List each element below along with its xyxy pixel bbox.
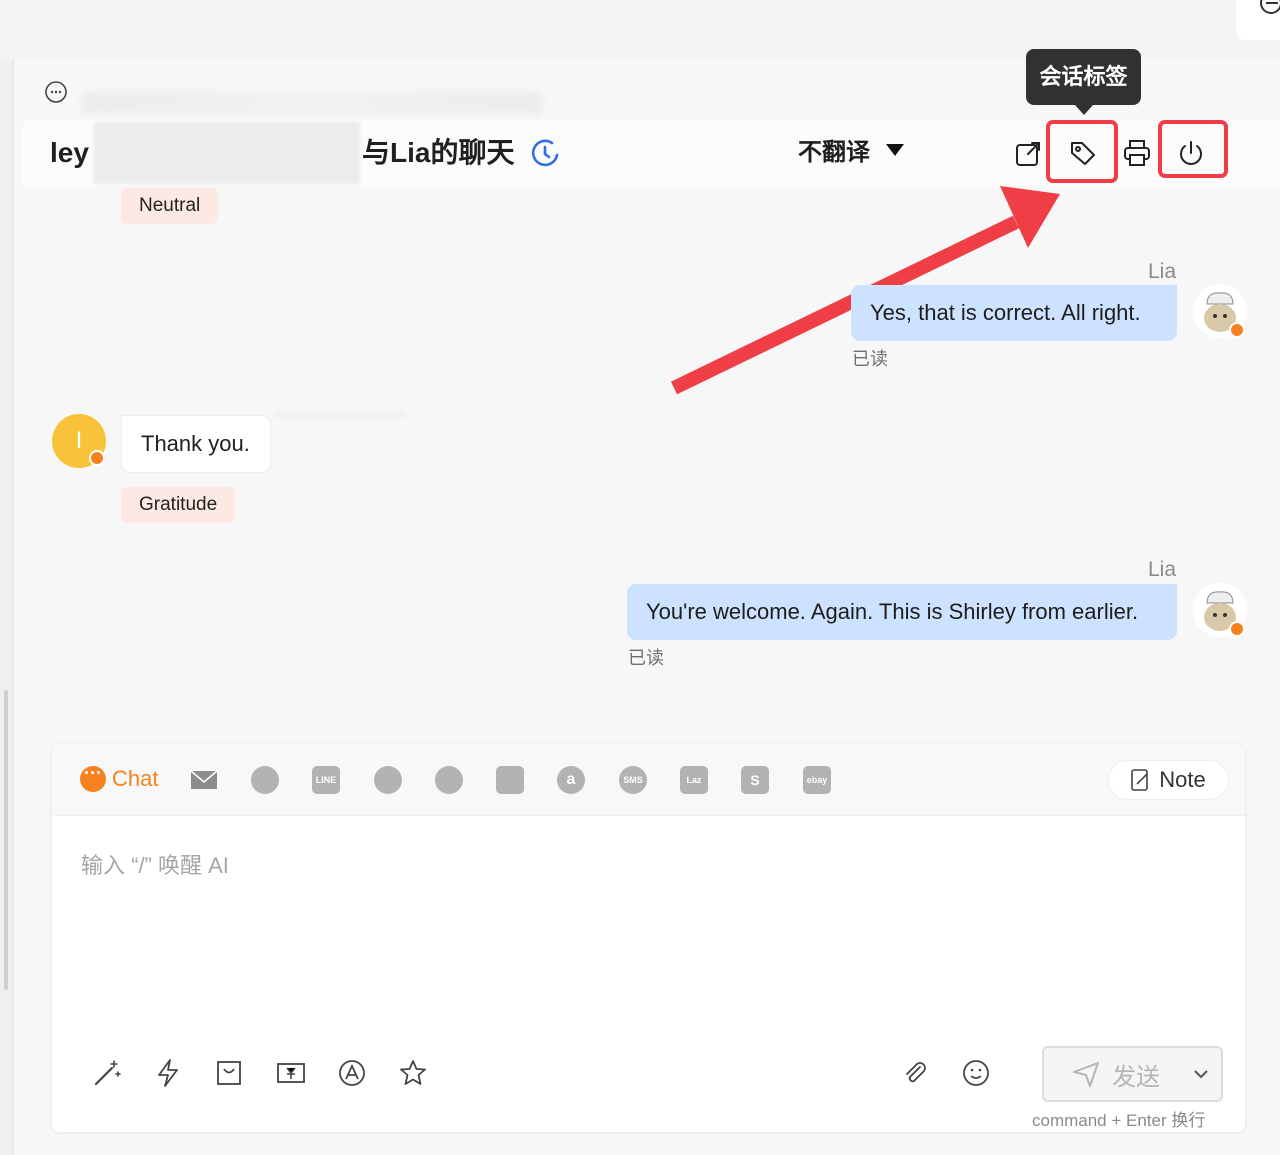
emoji-icon[interactable] — [961, 1058, 991, 1088]
minimize-icon[interactable] — [1260, 0, 1280, 14]
sidebar-scrollbar[interactable] — [4, 690, 8, 990]
chat-title: 与Lia的聊天 — [362, 137, 515, 168]
sms-glyph: SMS — [623, 775, 643, 785]
send-button[interactable]: 发送 — [1044, 1057, 1182, 1092]
messenger-icon[interactable] — [435, 766, 463, 794]
redacted-name — [94, 122, 360, 184]
attachment-icon[interactable] — [900, 1058, 930, 1088]
channel-tab-label: Chat — [112, 766, 159, 791]
outgoing-message: You're welcome. Again. This is Shirley f… — [627, 584, 1177, 640]
sender-name: Lia — [1148, 260, 1177, 283]
history-icon[interactable] — [530, 138, 560, 168]
sms-icon[interactable]: SMS — [619, 766, 647, 794]
shopping-bag-icon[interactable] — [214, 1058, 244, 1088]
tag-tooltip: 会话标签 — [1026, 49, 1141, 115]
sentiment-tag: Neutral — [121, 188, 219, 224]
message-input[interactable] — [81, 850, 1201, 882]
outgoing-message: Yes, that is correct. All right. — [851, 285, 1177, 341]
share-icon[interactable] — [1014, 138, 1044, 168]
power-button-highlight — [1158, 120, 1228, 178]
amazon-glyph: a — [566, 771, 576, 788]
caret-down-icon[interactable] — [886, 144, 904, 156]
read-status: 已读 — [628, 648, 664, 668]
read-status: 已读 — [852, 349, 888, 369]
channel-bar — [52, 744, 1245, 816]
chat-icon — [80, 763, 106, 792]
chat-title-prefix: ley — [50, 137, 89, 168]
blurred-line — [276, 413, 406, 417]
window-corner — [1236, 0, 1280, 40]
channel-badge — [89, 450, 105, 466]
instagram-icon[interactable] — [496, 766, 524, 794]
send-shortcut-hint: command + Enter 换行 — [1032, 1111, 1206, 1130]
send-icon — [1073, 1062, 1099, 1087]
whatsapp-icon[interactable] — [251, 766, 279, 794]
lazada-glyph: Laz — [686, 775, 702, 785]
incoming-message: Thank you. — [121, 415, 271, 473]
blurred-tabs — [82, 92, 542, 114]
magic-wand-icon[interactable] — [92, 1058, 122, 1088]
line-glyph: LINE — [315, 775, 337, 785]
shopee-glyph: S — [750, 772, 760, 788]
send-button-group: 发送 — [1042, 1046, 1223, 1102]
sentiment-tag: Gratitude — [121, 487, 236, 523]
channel-tab-chat[interactable]: Chat — [80, 763, 159, 792]
shopee-icon[interactable]: S — [741, 766, 769, 794]
note-label: Note — [1159, 767, 1206, 792]
ebay-icon[interactable]: ebay — [803, 766, 831, 794]
translate-select[interactable]: 不翻译 — [798, 138, 870, 168]
mail-icon[interactable] — [190, 766, 218, 794]
channel-badge — [1229, 621, 1245, 637]
send-options-button[interactable] — [1182, 1068, 1221, 1080]
note-icon — [1131, 769, 1149, 791]
ebay-glyph: ebay — [806, 775, 828, 785]
lightning-icon[interactable] — [153, 1058, 183, 1088]
translate-icon[interactable] — [337, 1058, 367, 1088]
tag-button-highlight — [1046, 120, 1118, 183]
print-icon[interactable] — [1122, 138, 1152, 168]
send-label: 发送 — [1112, 1063, 1160, 1091]
sender-name: Lia — [1148, 558, 1177, 581]
note-button[interactable]: Note — [1108, 760, 1229, 800]
channel-badge — [1229, 322, 1245, 338]
lazada-icon[interactable]: Laz — [680, 766, 708, 794]
tiktok-icon[interactable] — [374, 766, 402, 794]
amazon-icon[interactable]: a — [557, 766, 585, 794]
star-icon[interactable] — [398, 1058, 428, 1088]
coupon-icon[interactable] — [276, 1058, 306, 1088]
conversation-icon[interactable] — [44, 80, 68, 104]
line-icon[interactable]: LINE — [312, 766, 340, 794]
chevron-down-icon — [1194, 1070, 1209, 1079]
left-sidebar-edge — [0, 60, 14, 1155]
